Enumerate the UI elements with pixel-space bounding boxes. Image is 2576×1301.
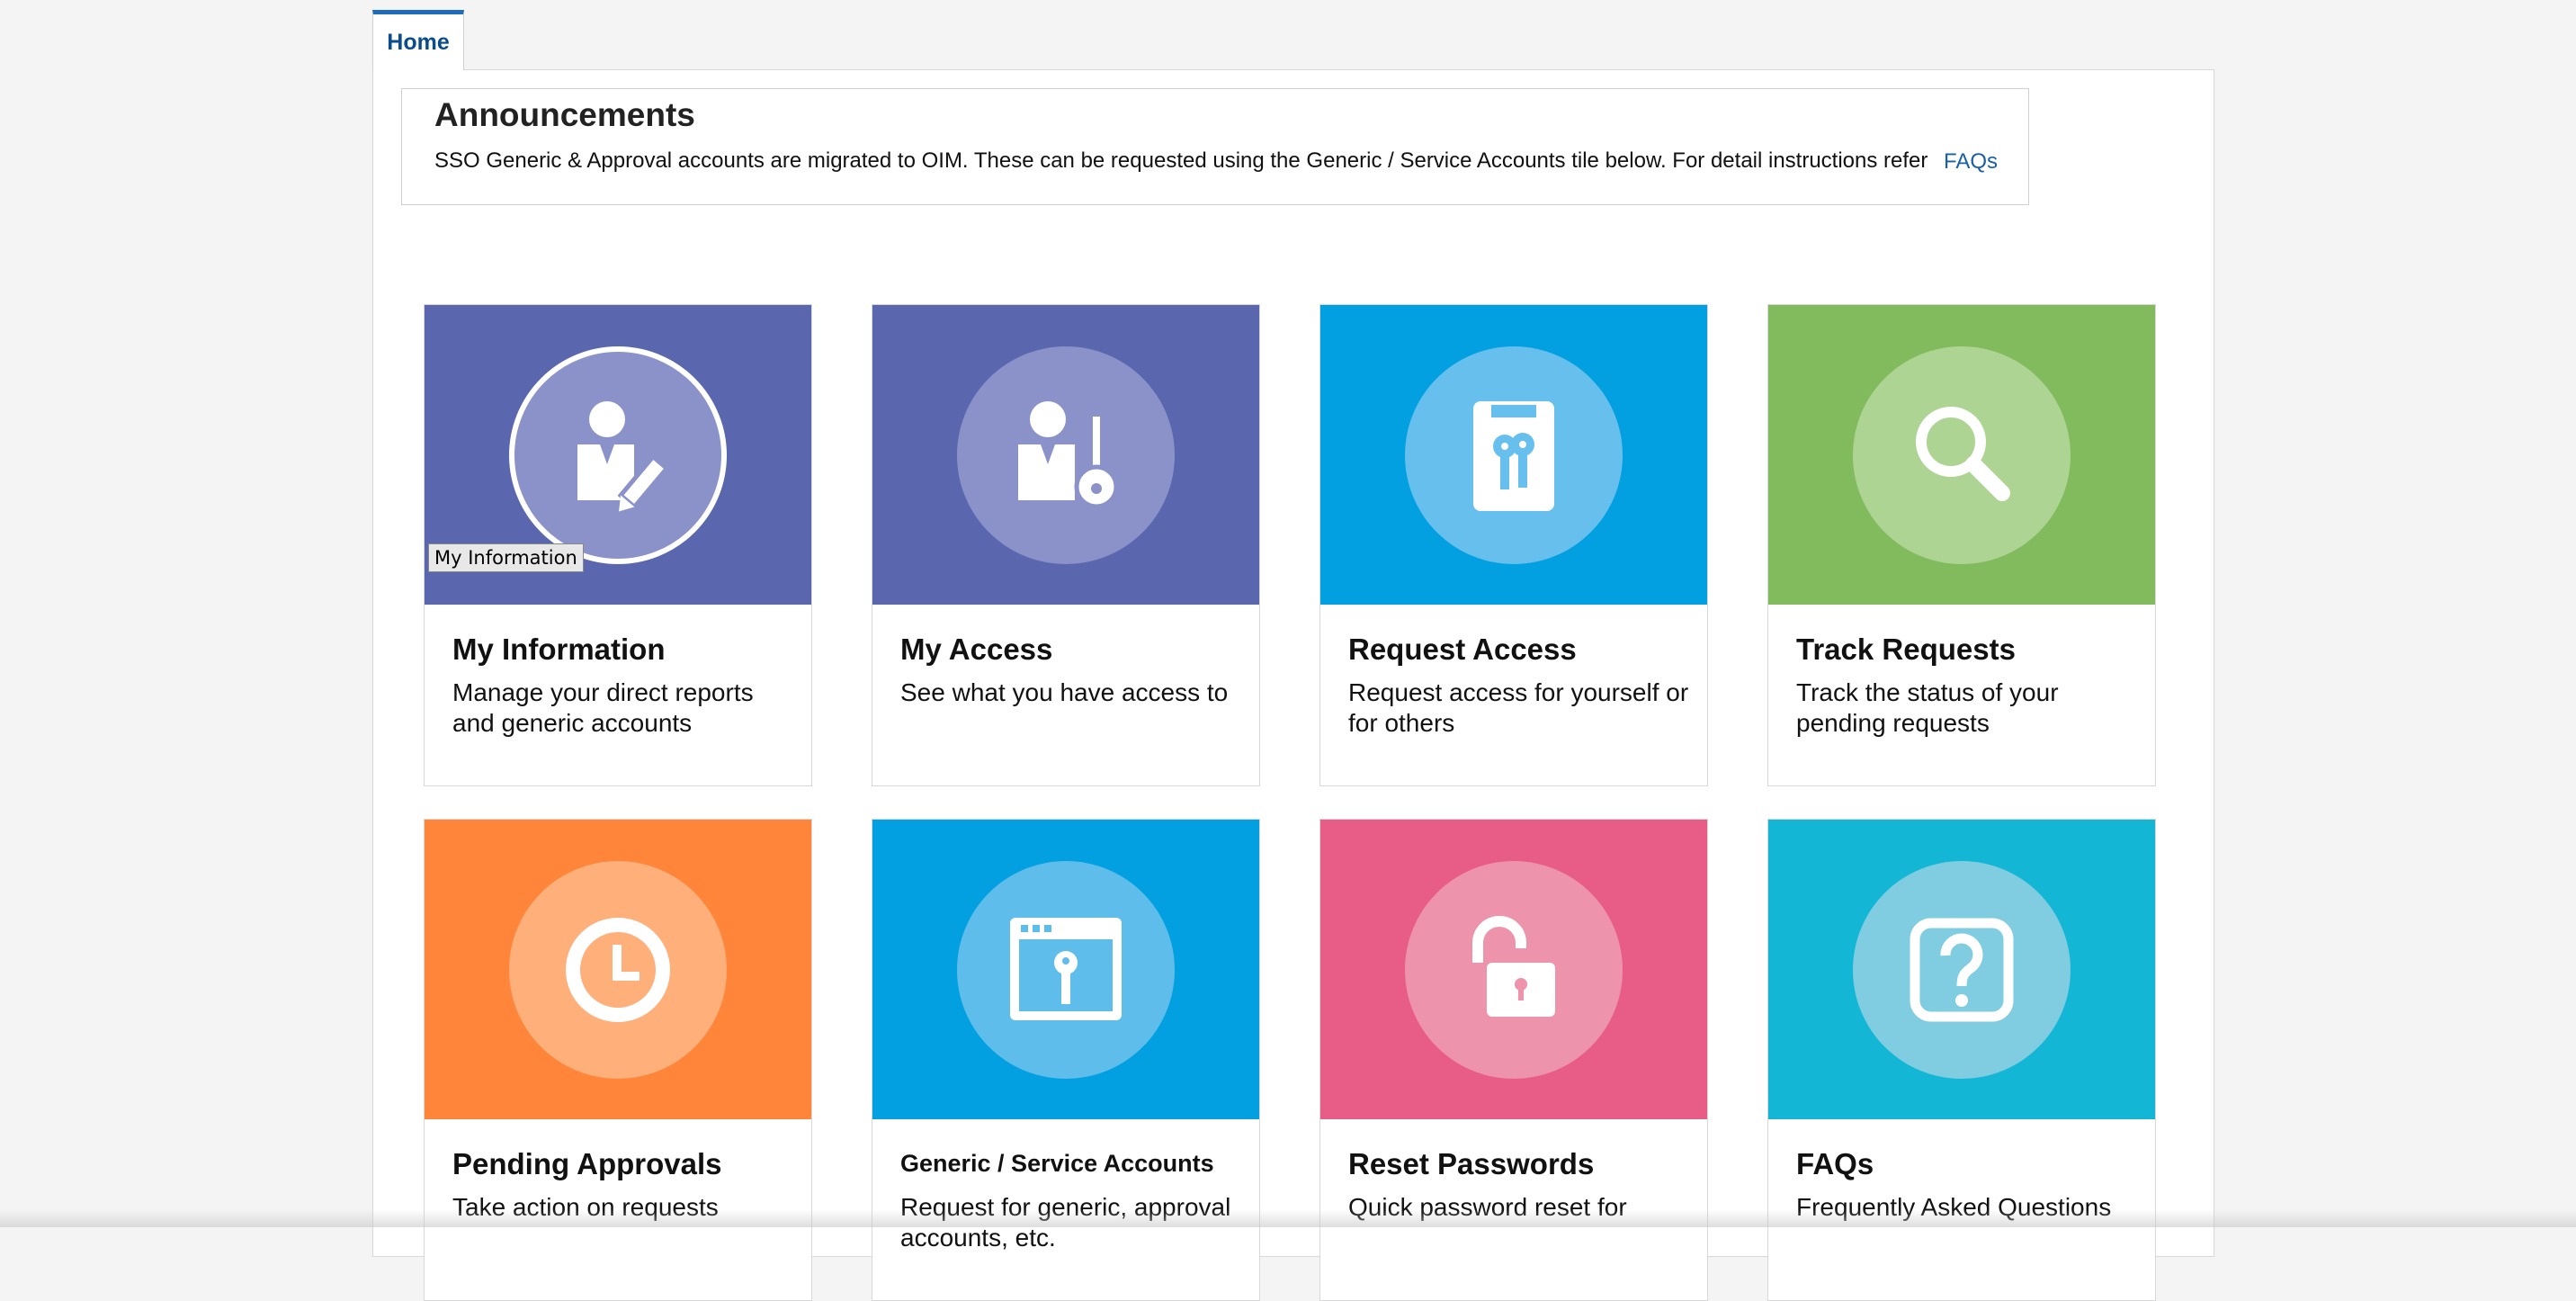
tile-track-requests[interactable]: Track Requests Track the status of your … xyxy=(1767,304,2156,786)
tile-image xyxy=(1320,820,1707,1119)
announcements-box: Announcements SSO Generic & Approval acc… xyxy=(401,88,2029,205)
tile-faqs[interactable]: FAQs Frequently Asked Questions xyxy=(1767,819,2156,1301)
tile-description: See what you have access to xyxy=(900,678,1229,706)
tile-title: My Access xyxy=(900,633,1053,666)
faqs-link[interactable]: FAQs xyxy=(1944,149,1998,175)
tile-generic-service-accounts[interactable]: Generic / Service Accounts Request for g… xyxy=(872,819,1260,1301)
tile-title: Request Access xyxy=(1348,633,1577,666)
user-key-icon xyxy=(957,345,1175,564)
search-icon xyxy=(1853,345,2071,564)
tab-home-label: Home xyxy=(387,29,450,55)
tile-title: Reset Passwords xyxy=(1348,1147,1595,1180)
tile-image xyxy=(872,305,1259,605)
clock-icon xyxy=(509,860,727,1079)
clipboard-keys-icon xyxy=(1405,345,1623,564)
tile-description: Manage your direct reports and generic a… xyxy=(452,678,754,737)
announcements-text: SSO Generic & Approval accounts are migr… xyxy=(434,148,1928,173)
tile-image xyxy=(1768,820,2155,1119)
tile-image xyxy=(1768,305,2155,605)
user-edit-icon xyxy=(509,345,727,564)
tile-title: Generic / Service Accounts xyxy=(900,1150,1214,1177)
tile-description: Track the status of your pending request… xyxy=(1796,678,2059,737)
tile-title: Track Requests xyxy=(1796,633,2016,666)
tile-title: Pending Approvals xyxy=(452,1147,722,1180)
announcements-title: Announcements xyxy=(434,96,695,133)
tooltip: My Information xyxy=(428,543,584,572)
tile-title: FAQs xyxy=(1796,1147,1874,1180)
tile-image xyxy=(425,820,811,1119)
tab-home[interactable]: Home xyxy=(372,10,464,70)
tile-title: My Information xyxy=(452,633,666,666)
tile-image xyxy=(1320,305,1707,605)
unlock-icon xyxy=(1405,860,1623,1079)
tile-reset-passwords[interactable]: Reset Passwords Quick password reset for xyxy=(1319,819,1708,1301)
tile-pending-approvals[interactable]: Pending Approvals Take action on request… xyxy=(424,819,812,1301)
tile-image xyxy=(872,820,1259,1119)
tile-description: Request access for yourself or for other… xyxy=(1348,678,1689,737)
bottom-edge-shadow xyxy=(0,1209,2576,1227)
tile-request-access[interactable]: Request Access Request access for yourse… xyxy=(1319,304,1708,786)
window-key-icon xyxy=(957,860,1175,1079)
question-icon xyxy=(1853,860,2071,1079)
tile-my-access[interactable]: My Access See what you have access to xyxy=(872,304,1260,786)
